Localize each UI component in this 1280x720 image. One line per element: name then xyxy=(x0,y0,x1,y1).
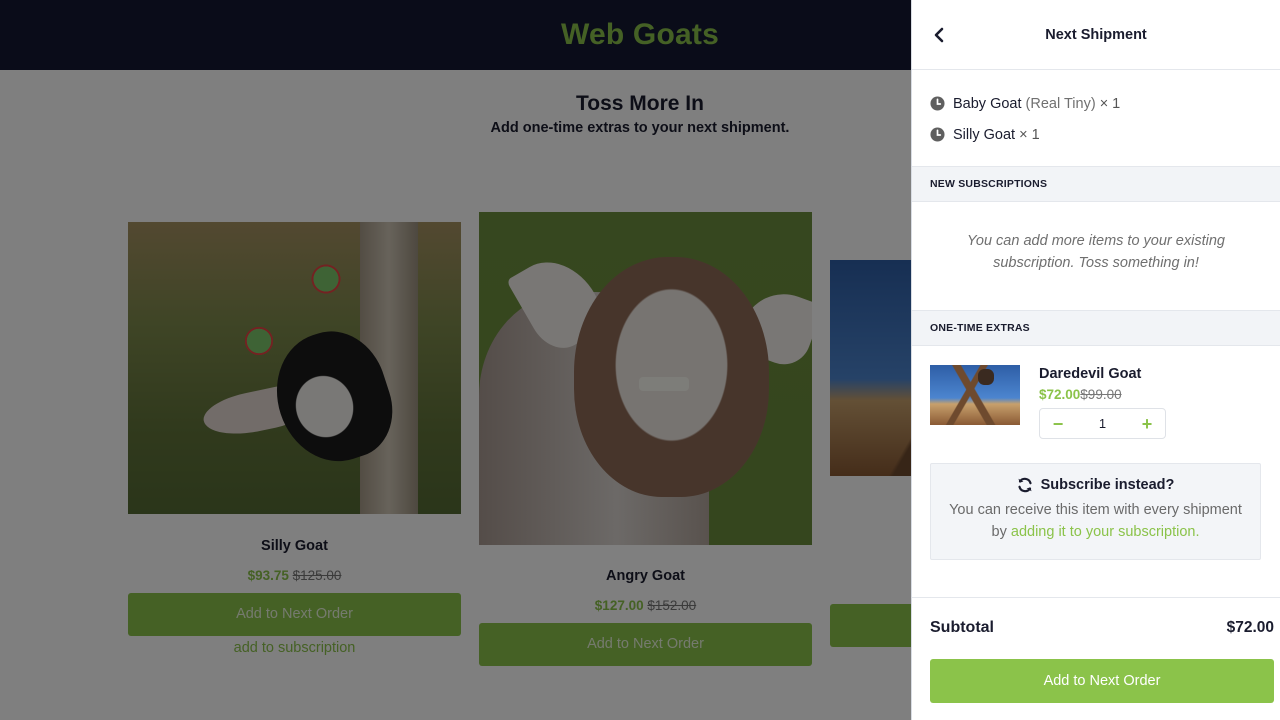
subscription-items-list: Baby Goat (Real Tiny) × 1 Silly Goat × 1 xyxy=(912,85,1280,166)
clipped-content xyxy=(912,71,1280,85)
chevron-left-icon xyxy=(934,27,944,43)
increment-button[interactable]: + xyxy=(1139,415,1155,433)
quantity-stepper: − 1 + xyxy=(1039,408,1166,439)
next-shipment-drawer: Next Shipment Baby Goat (Real Tiny) × 1 … xyxy=(911,0,1280,720)
add-to-subscription-link[interactable]: adding it to your subscription. xyxy=(1011,524,1200,540)
drawer-footer: Subtotal $72.00 Add to Next Order xyxy=(912,597,1280,720)
daredevil-goat-thumbnail xyxy=(930,365,1020,425)
drawer-header: Next Shipment xyxy=(912,0,1280,70)
drawer-scroll-area[interactable]: Baby Goat (Real Tiny) × 1 Silly Goat × 1… xyxy=(912,71,1280,597)
add-to-next-order-button[interactable]: Add to Next Order xyxy=(930,659,1274,703)
sale-price: $72.00 xyxy=(1039,387,1081,402)
back-button[interactable] xyxy=(926,22,952,48)
subscribe-instead-box: Subscribe instead? You can receive this … xyxy=(930,463,1261,560)
quantity-value[interactable]: 1 xyxy=(1099,416,1106,431)
drawer-title: Next Shipment xyxy=(1045,26,1147,43)
extra-line-item: Daredevil Goat $72.00$99.00 − 1 + xyxy=(912,346,1280,439)
subscribe-instead-title: Subscribe instead? xyxy=(941,477,1250,493)
subscription-item: Silly Goat × 1 xyxy=(930,119,1262,150)
compare-price: $99.00 xyxy=(1080,387,1122,402)
subscription-item: Baby Goat (Real Tiny) × 1 xyxy=(930,88,1262,119)
item-quantity: × 1 xyxy=(1099,95,1121,112)
extra-item-name: Daredevil Goat xyxy=(1039,366,1142,382)
modal-backdrop[interactable] xyxy=(0,0,911,720)
extra-item-info: Daredevil Goat $72.00$99.00 − 1 + xyxy=(1039,365,1166,439)
item-variant: (Real Tiny) xyxy=(1025,95,1096,112)
extra-item-price: $72.00$99.00 xyxy=(1039,387,1166,402)
item-name: Silly Goat xyxy=(953,126,1016,143)
subscribe-title-text: Subscribe instead? xyxy=(1040,477,1175,493)
new-subscriptions-empty-message: You can add more items to your existing … xyxy=(967,233,1225,271)
refresh-icon xyxy=(1018,477,1032,493)
item-name: Baby Goat xyxy=(953,95,1022,112)
subtotal-label: Subtotal xyxy=(930,619,994,636)
subtotal-row: Subtotal $72.00 xyxy=(912,598,1280,658)
new-subscriptions-heading: NEW SUBSCRIPTIONS xyxy=(912,166,1280,202)
item-quantity: × 1 xyxy=(1019,126,1040,143)
clock-icon xyxy=(930,96,945,111)
clock-icon xyxy=(930,127,945,142)
subscribe-instead-text: You can receive this item with every shi… xyxy=(941,499,1250,543)
decrement-button[interactable]: − xyxy=(1050,415,1066,433)
subtotal-value: $72.00 xyxy=(1226,619,1274,636)
one-time-extras-heading: ONE-TIME EXTRAS xyxy=(912,310,1280,346)
